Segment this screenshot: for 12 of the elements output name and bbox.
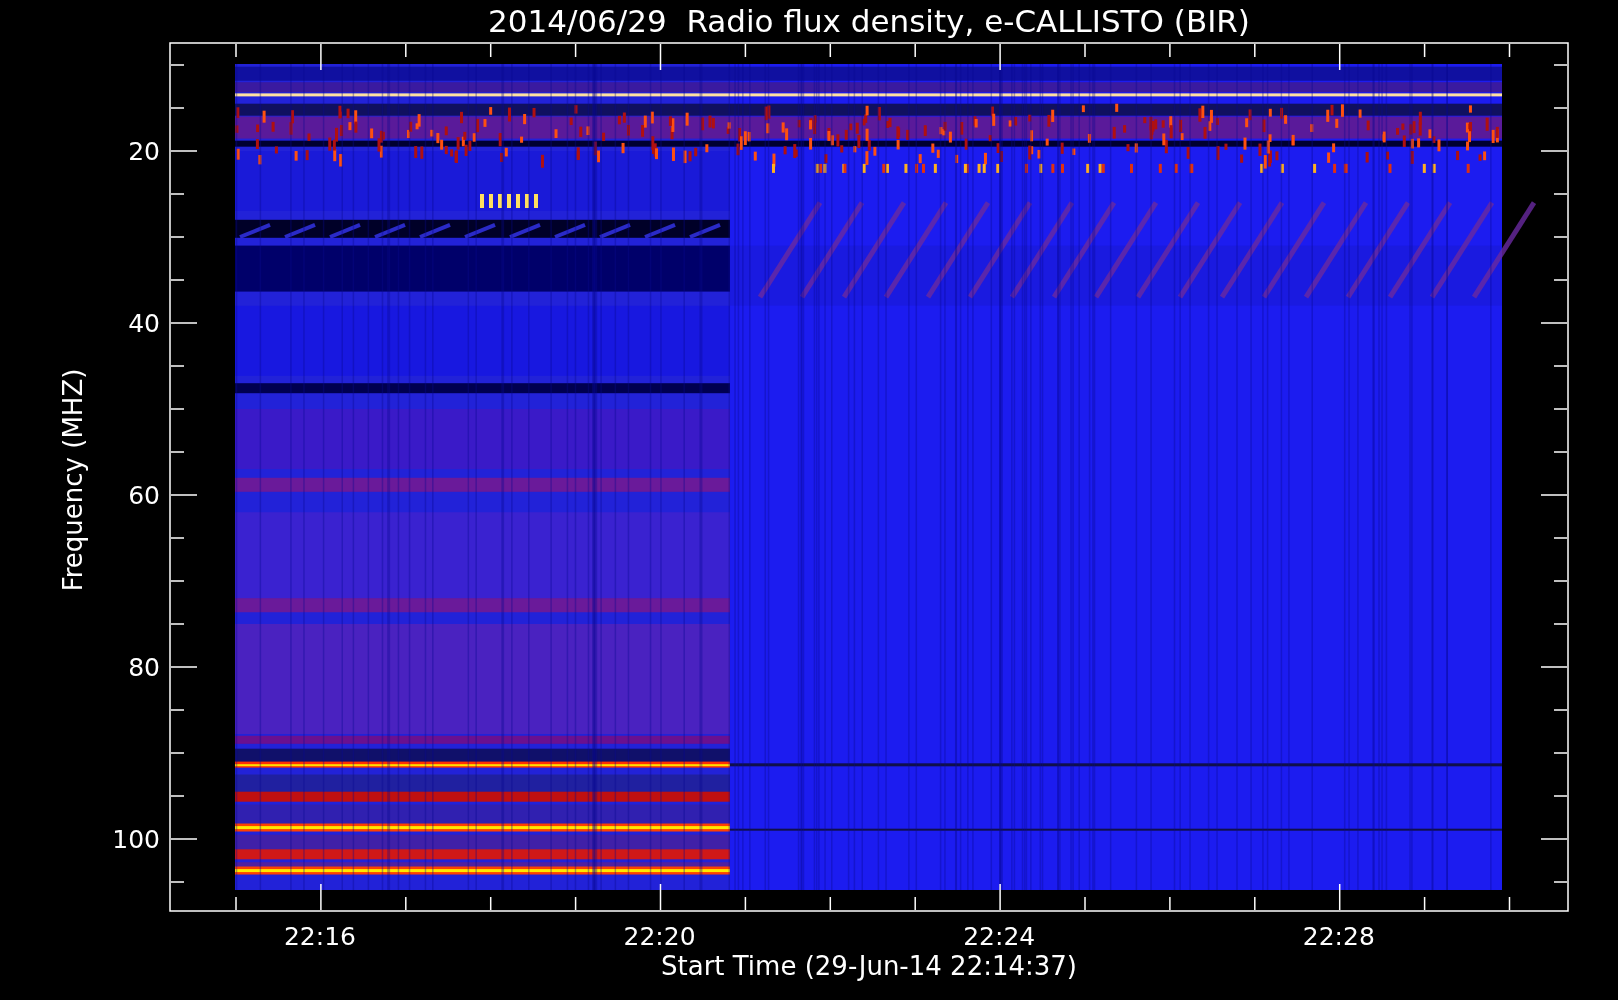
axis-label: Start Time (29-Jun-14 22:14:37) (661, 951, 1077, 981)
tick-label: 20 (128, 137, 160, 166)
tick-label: 100 (112, 825, 160, 854)
tick-label: 22:24 (963, 922, 1036, 951)
tick-label: 60 (128, 481, 160, 510)
tick-label: 22:20 (623, 922, 696, 951)
tick-label: 40 (128, 309, 160, 338)
axis-label: Frequency (MHZ) (58, 368, 88, 592)
tick-label: 80 (128, 653, 160, 682)
tick-label: 22:28 (1302, 922, 1375, 951)
chart-title: 2014/06/29 Radio flux density, e-CALLISTO (BIR) (488, 3, 1250, 39)
tick-label: 22:16 (284, 922, 356, 951)
